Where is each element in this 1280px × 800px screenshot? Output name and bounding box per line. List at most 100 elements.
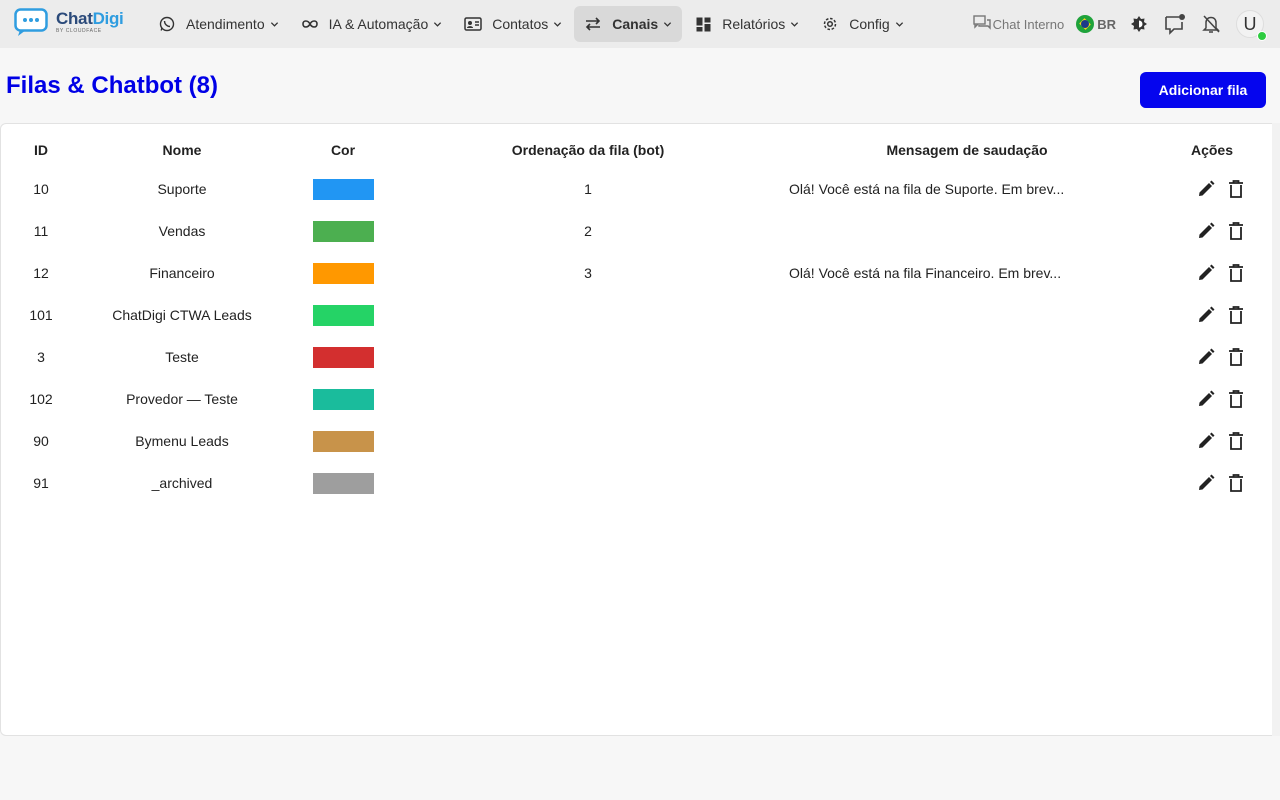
cell-ordenacao: 3 — [584, 265, 592, 281]
nav-canais[interactable]: Canais — [574, 6, 683, 42]
delete-icon[interactable] — [1225, 346, 1247, 368]
cell-mensagem — [773, 420, 1161, 462]
cell-mensagem: Olá! Você está na fila de Suporte. Em br… — [789, 181, 1065, 197]
avatar-initial: U — [1243, 13, 1257, 34]
cell-id: 101 — [29, 307, 53, 323]
main-nav: Atendimento IA & Automação Contatos Cana… — [148, 6, 916, 42]
color-swatch — [312, 178, 374, 200]
cell-mensagem — [773, 462, 1161, 504]
language-selector[interactable]: BR — [1076, 15, 1116, 33]
right-toolbar: Chat Interno BR U — [972, 6, 1280, 42]
chevron-down-icon — [791, 21, 799, 27]
header-mensagem: Mensagem de saudação — [886, 142, 1048, 158]
color-swatch — [312, 304, 374, 326]
chat-interno-label: Chat Interno — [992, 16, 1065, 32]
add-queue-button[interactable]: Adicionar fila — [1140, 72, 1266, 108]
gear-icon — [821, 15, 839, 33]
brand-logo[interactable]: ChatDigi BY CLOUDFACE — [14, 8, 124, 36]
color-swatch — [312, 346, 374, 368]
cell-nome: Suporte — [157, 181, 207, 197]
cell-mensagem — [773, 378, 1161, 420]
cell-acoes — [1161, 210, 1263, 252]
edit-icon[interactable] — [1195, 304, 1217, 326]
cell-id: 3 — [37, 349, 45, 365]
edit-icon[interactable] — [1195, 430, 1217, 452]
scrollbar-track[interactable] — [1272, 123, 1280, 736]
cell-acoes — [1161, 336, 1263, 378]
cell-ordenacao — [403, 294, 773, 336]
brand-name-part2: Digi — [92, 9, 124, 28]
header-acoes: Ações — [1190, 142, 1234, 158]
cell-cor — [283, 336, 403, 378]
chevron-down-icon — [554, 21, 562, 27]
table-row: 10 Suporte 1 Olá! Você está na fila de S… — [1, 168, 1263, 210]
cell-acoes — [1161, 294, 1263, 336]
nav-ia-automacao-label: IA & Automação — [328, 16, 429, 32]
cell-id: 90 — [33, 433, 49, 449]
dashboard-icon — [694, 15, 712, 33]
edit-icon[interactable] — [1195, 346, 1217, 368]
delete-icon[interactable] — [1225, 304, 1247, 326]
cell-id: 11 — [33, 223, 49, 239]
theme-toggle-icon[interactable] — [1128, 13, 1150, 35]
edit-icon[interactable] — [1195, 220, 1217, 242]
delete-icon[interactable] — [1225, 388, 1247, 410]
nav-contatos[interactable]: Contatos — [454, 6, 572, 42]
edit-icon[interactable] — [1195, 178, 1217, 200]
chevron-down-icon — [434, 21, 442, 27]
table-header-row: ID Nome Cor Ordenação da fila (bot) Mens… — [1, 132, 1263, 168]
page-title: Filas & Chatbot (8) — [6, 72, 219, 99]
queues-table: ID Nome Cor Ordenação da fila (bot) Mens… — [1, 132, 1263, 504]
delete-icon[interactable] — [1225, 220, 1247, 242]
header-id: ID — [34, 142, 48, 158]
nav-ia-automacao[interactable]: IA & Automação — [291, 6, 453, 42]
cell-cor — [283, 252, 403, 294]
table-row: 12 Financeiro 3 Olá! Você está na fila F… — [1, 252, 1263, 294]
edit-icon[interactable] — [1195, 472, 1217, 494]
table-row: 3 Teste — [1, 336, 1263, 378]
cell-id: 12 — [33, 265, 49, 281]
cell-cor — [283, 294, 403, 336]
nav-canais-label: Canais — [612, 16, 659, 32]
edit-icon[interactable] — [1195, 388, 1217, 410]
cell-acoes — [1161, 168, 1263, 210]
nav-atendimento[interactable]: Atendimento — [148, 6, 289, 42]
brazil-flag-icon — [1076, 15, 1095, 33]
cell-nome: Financeiro — [149, 265, 215, 281]
swap-arrows-icon — [584, 15, 602, 33]
user-avatar[interactable]: U — [1236, 10, 1267, 41]
cell-mensagem: Olá! Você está na fila Financeiro. Em br… — [789, 265, 1062, 281]
cell-nome: _archived — [151, 475, 213, 491]
delete-icon[interactable] — [1225, 178, 1247, 200]
cell-nome: Vendas — [158, 223, 206, 239]
nav-contatos-label: Contatos — [492, 16, 549, 32]
cell-ordenacao — [403, 378, 773, 420]
delete-icon[interactable] — [1225, 262, 1247, 284]
chat-interno-button[interactable]: Chat Interno — [972, 15, 1065, 33]
cell-acoes — [1161, 378, 1263, 420]
bell-off-icon[interactable] — [1200, 13, 1222, 35]
cell-id: 102 — [29, 391, 53, 407]
cell-ordenacao — [403, 336, 773, 378]
chat-bubble-dots-icon — [14, 8, 50, 36]
cell-cor — [283, 462, 403, 504]
nav-config[interactable]: Config — [811, 6, 913, 42]
nav-config-label: Config — [849, 16, 890, 32]
nav-relatorios[interactable]: Relatórios — [684, 6, 809, 42]
color-swatch — [312, 472, 374, 494]
table-row: 91 _archived — [1, 462, 1263, 504]
cell-ordenacao: 1 — [584, 181, 592, 197]
cell-nome: Bymenu Leads — [135, 433, 229, 449]
delete-icon[interactable] — [1225, 472, 1247, 494]
cell-cor — [283, 168, 403, 210]
infinity-icon — [301, 15, 319, 33]
chat-notification-icon[interactable] — [1164, 13, 1186, 35]
cell-mensagem — [773, 336, 1161, 378]
cell-cor — [283, 420, 403, 462]
cell-id: 10 — [33, 181, 49, 197]
cell-acoes — [1161, 462, 1263, 504]
delete-icon[interactable] — [1225, 430, 1247, 452]
edit-icon[interactable] — [1195, 262, 1217, 284]
cell-id: 91 — [33, 475, 49, 491]
cell-acoes — [1161, 420, 1263, 462]
